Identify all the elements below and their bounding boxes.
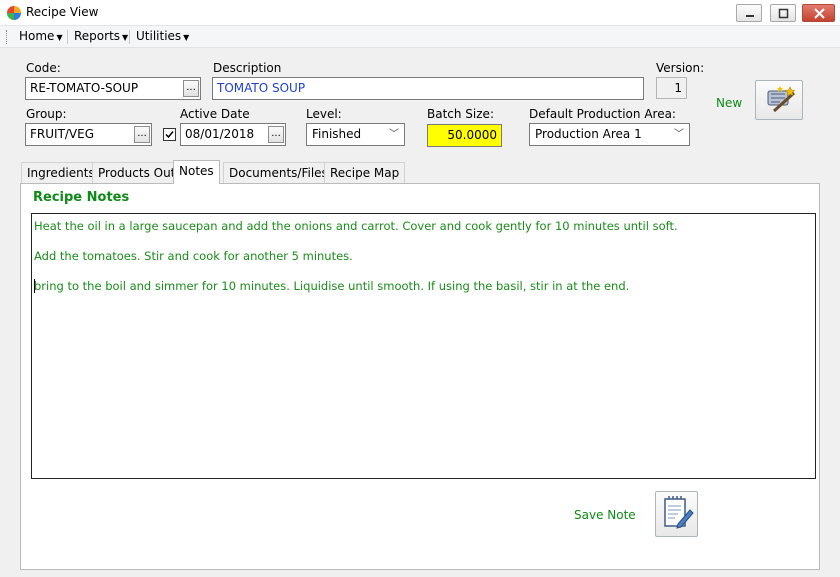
edit-note-icon [664,496,694,529]
description-field[interactable]: TOMATO SOUP [212,77,644,100]
code-field[interactable]: RE-TOMATO-SOUP [25,77,201,100]
minimize-icon [746,15,754,17]
save-note-button[interactable] [655,491,698,537]
chevron-down-icon: ﹀ [389,129,399,140]
caret-down-icon: ▼ [122,33,129,42]
tab-notes-label: Notes [179,164,214,178]
title-bar: Recipe View [0,0,840,26]
close-button[interactable] [802,4,835,22]
tab-ingredients-label: Ingredients [27,166,95,180]
description-value: TOMATO SOUP [217,81,306,95]
code-value: RE-TOMATO-SOUP [30,81,139,95]
new-label: New [716,96,743,110]
version-label: Version: [656,61,705,75]
group-field[interactable]: FRUIT/VEG [25,123,152,146]
level-value: Finished [312,127,362,141]
group-value: FRUIT/VEG [30,127,95,141]
save-note-label: Save Note [574,508,636,522]
menu-home[interactable]: Home ▼ [19,29,63,45]
note-line: Add the tomatoes. Stir and cook for anot… [34,249,353,263]
tab-documents-files-label: Documents/Files [229,166,328,180]
group-label: Group: [26,107,67,121]
menu-utilities-label: Utilities [136,29,182,43]
menu-grip [6,30,10,44]
menu-home-label: Home [19,29,55,43]
batch-size-value: 50.0000 [447,128,497,142]
production-area-value: Production Area 1 [535,127,642,141]
caret-down-icon: ▼ [183,33,190,42]
menu-separator [129,30,130,44]
app-color-wheel-icon [7,6,21,20]
new-recipe-button[interactable] [755,80,803,120]
minimize-button[interactable] [736,4,762,22]
batch-size-label: Batch Size: [427,107,494,121]
chevron-down-icon: ﹀ [674,129,684,140]
group-browse-button[interactable]: ... [134,126,150,143]
production-area-select[interactable]: Production Area 1 ﹀ [529,123,690,146]
menu-bar: Home ▼ Reports ▼ Utilities ▼ [0,26,840,48]
description-label: Description [213,61,282,75]
level-select[interactable]: Finished ﹀ [306,123,405,146]
tab-ingredients[interactable]: Ingredients [21,162,101,183]
tab-products-out-label: Products Out [98,166,176,180]
active-date-browse-button[interactable]: ... [268,126,284,143]
code-label: Code: [26,61,61,75]
menu-reports[interactable]: Reports ▼ [74,29,128,45]
code-browse-button[interactable]: ... [183,80,199,97]
magic-wand-icon [767,86,796,113]
recipe-notes-title: Recipe Notes [33,190,130,205]
menu-separator [67,30,68,44]
window-title: Recipe View [26,5,99,19]
menu-reports-label: Reports [74,29,121,43]
tab-notes[interactable]: Notes [173,160,220,184]
level-label: Level: [306,107,342,121]
checkmark-icon [165,131,174,139]
maximize-button[interactable] [770,4,796,22]
tab-recipe-map-label: Recipe Map [330,166,400,180]
tab-recipe-map[interactable]: Recipe Map [324,162,406,183]
note-line: Heat the oil in a large saucepan and add… [34,219,678,233]
tab-products-out[interactable]: Products Out [92,162,182,183]
note-line: bring to the boil and simmer for 10 minu… [34,279,630,293]
active-checkbox[interactable] [163,128,176,141]
version-field: 1 [656,77,687,99]
active-date-label: Active Date [180,107,250,121]
batch-size-field[interactable]: 50.0000 [427,124,502,147]
text-caret [34,279,35,293]
maximize-icon [778,8,789,19]
version-value: 1 [674,81,682,95]
menu-utilities[interactable]: Utilities ▼ [136,29,189,45]
close-icon [814,8,825,19]
tab-documents-files[interactable]: Documents/Files [223,162,334,183]
production-area-label: Default Production Area: [529,107,676,121]
active-date-value: 08/01/2018 [185,127,255,141]
caret-down-icon: ▼ [56,33,63,42]
